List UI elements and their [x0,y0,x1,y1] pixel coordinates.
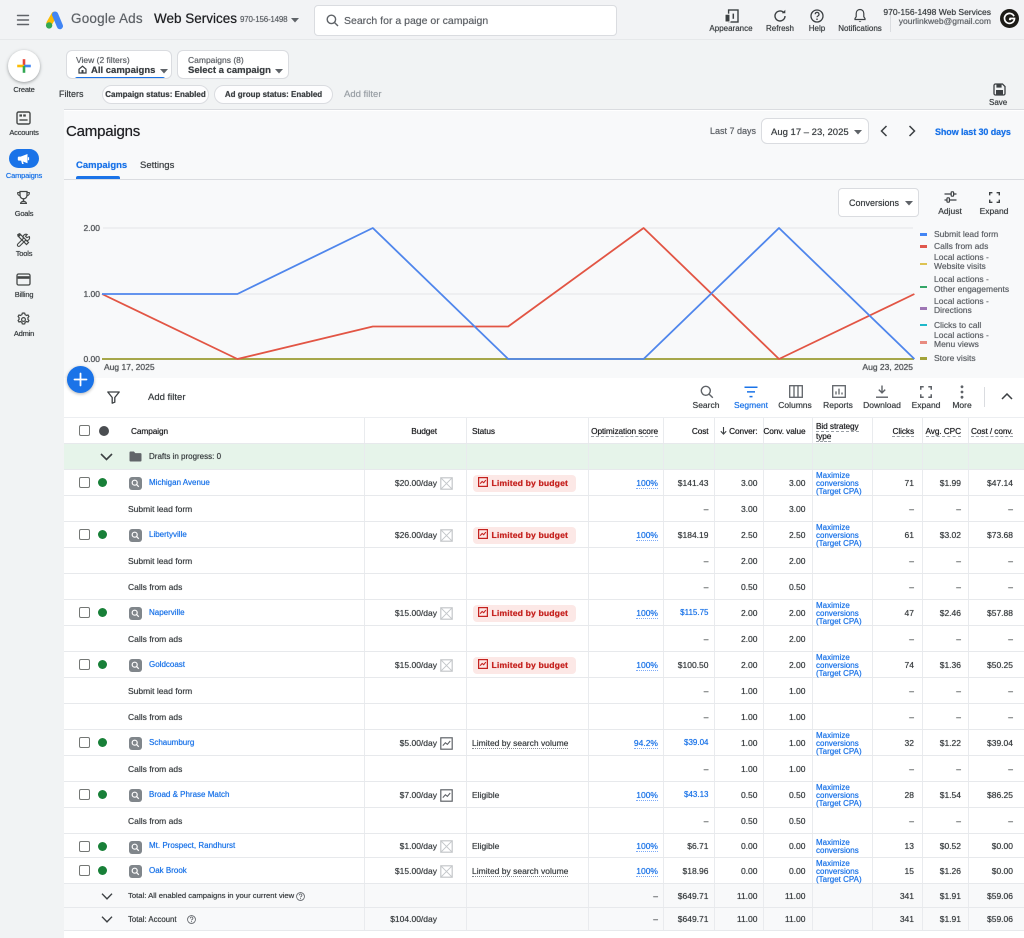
svg-text:Aug 17, 2025: Aug 17, 2025 [104,362,155,372]
svg-text:0.00: 0.00 [83,354,100,364]
svg-text:Aug 23, 2025: Aug 23, 2025 [862,362,913,372]
svg-text:1.00: 1.00 [83,289,100,299]
svg-text:2.00: 2.00 [83,223,100,233]
